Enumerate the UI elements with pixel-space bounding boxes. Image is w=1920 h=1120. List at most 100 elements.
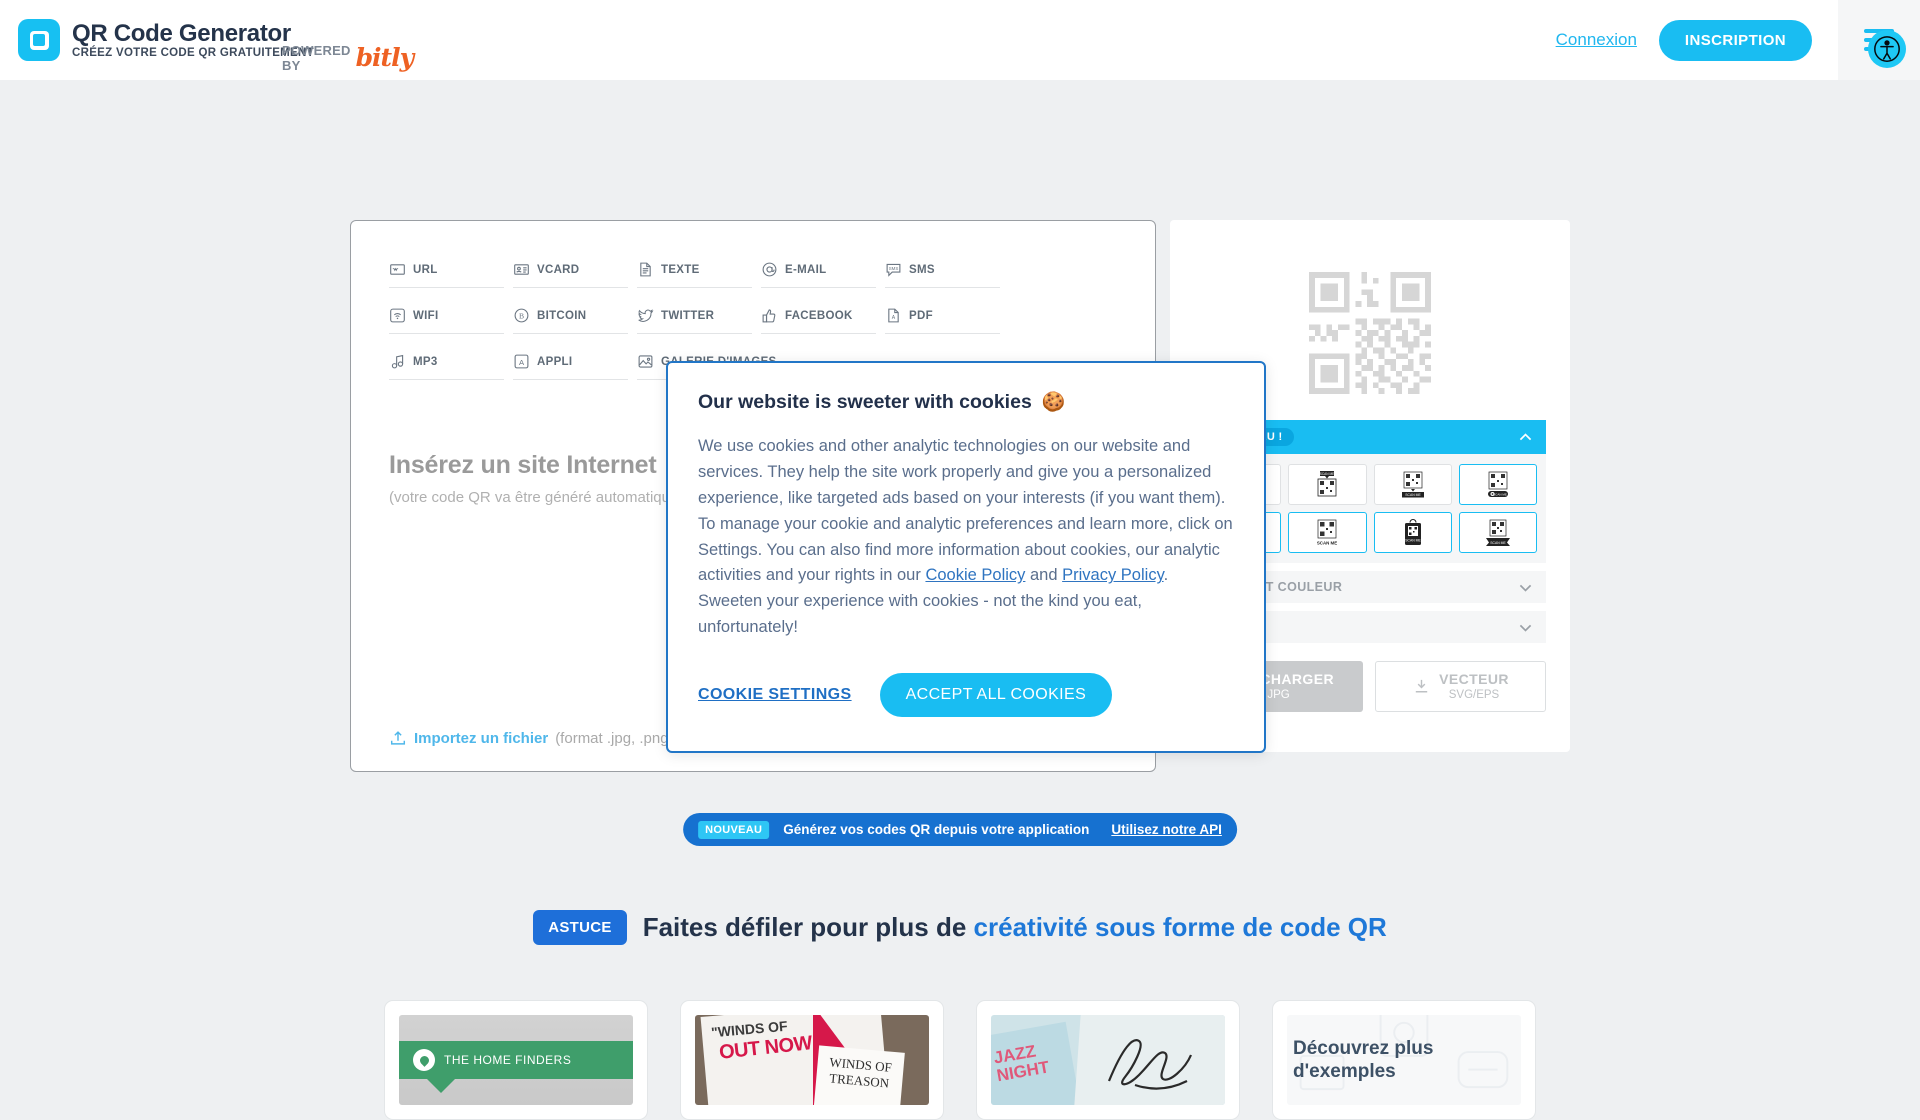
- text-document-icon: [637, 261, 654, 278]
- cookie-dialog-body: We use cookies and other analytic techno…: [698, 434, 1234, 641]
- tab-texte[interactable]: TEXTE: [637, 255, 752, 288]
- cookie-consent-dialog: Our website is sweeter with cookies 🍪 We…: [666, 361, 1266, 754]
- cookie-icon: 🍪: [1041, 392, 1066, 413]
- brand-subtitle: CRÉEZ VOTRE CODE QR GRATUITEMENT: [72, 46, 314, 59]
- qr-code-image: [1309, 272, 1431, 394]
- svg-text:SMS: SMS: [889, 266, 899, 271]
- cookie-body-and: and: [1025, 566, 1063, 585]
- svg-text:SCAN ME: SCAN ME: [1405, 493, 1421, 497]
- bitly-wordmark: bitly: [355, 43, 415, 73]
- template-scanme-plain[interactable]: SCAN ME: [1288, 512, 1367, 553]
- handwriting-scribble: [1107, 1039, 1193, 1090]
- tab-mp3[interactable]: MP3: [389, 347, 504, 380]
- qr-logo-icon: [18, 19, 60, 61]
- svg-text:SCAN ME: SCAN ME: [1317, 540, 1337, 545]
- tab-label: URL: [413, 263, 438, 276]
- tab-label: APPLI: [537, 355, 573, 368]
- tab-label: WIFI: [413, 309, 439, 322]
- astuce-text: Faites défiler pour plus de: [642, 912, 967, 942]
- vcard-icon: [513, 261, 530, 278]
- example-winds-of-treason[interactable]: "WINDS OF OUT NOW WINDS OF TREASON: [680, 1000, 944, 1120]
- cookie-settings-button[interactable]: COOKIE SETTINGS: [698, 686, 852, 704]
- url-icon: [389, 261, 406, 278]
- powered-by-label: POWERED BY: [282, 42, 351, 73]
- tab-label: MP3: [413, 355, 438, 368]
- chevron-down-icon[interactable]: [1517, 619, 1534, 636]
- download-vector-button[interactable]: VECTEUR SVG/EPS: [1375, 661, 1546, 712]
- vector-label: VECTEUR: [1439, 671, 1509, 687]
- example-jazz-night[interactable]: JAZZ NIGHT: [976, 1000, 1240, 1120]
- powered-by-bitly: POWERED BY bitly: [282, 42, 415, 73]
- api-promo-banner[interactable]: NOUVEAU Générez vos codes QR depuis votr…: [683, 813, 1237, 846]
- sms-bubble-icon: SMS: [885, 261, 902, 278]
- brand-logo-block[interactable]: QR Code Generator CRÉEZ VOTRE CODE QR GR…: [0, 19, 414, 73]
- login-link[interactable]: Connexion: [1556, 30, 1637, 50]
- example-home-finders[interactable]: THE HOME FINDERS: [384, 1000, 648, 1120]
- tab-label: FACEBOOK: [785, 309, 853, 322]
- signup-button[interactable]: INSCRIPTION: [1658, 19, 1812, 61]
- api-new-badge: NOUVEAU: [698, 820, 770, 839]
- tab-label: BITCOIN: [537, 309, 587, 322]
- email-at-icon: [761, 261, 778, 278]
- astuce-section: ASTUCE Faites défiler pour plus de créat…: [0, 910, 1920, 945]
- tab-facebook[interactable]: FACEBOOK: [761, 301, 876, 334]
- privacy-policy-link[interactable]: Privacy Policy: [1062, 566, 1163, 584]
- template-scanme-button[interactable]: SCAN ME: [1458, 464, 1537, 505]
- svg-text:A: A: [519, 358, 525, 367]
- accessibility-person-icon: [1874, 36, 1900, 62]
- import-file-link[interactable]: Importez un fichier: [414, 730, 548, 747]
- cookie-policy-link[interactable]: Cookie Policy: [925, 566, 1025, 584]
- svg-text:B: B: [519, 312, 524, 321]
- svg-text:SCAN ME: SCAN ME: [1320, 472, 1335, 476]
- chevron-up-icon[interactable]: [1517, 429, 1534, 446]
- import-file-note: (format .jpg, .png): [555, 729, 674, 747]
- template-scanme-bag[interactable]: SCAN ME: [1373, 512, 1452, 553]
- tab-url[interactable]: URL: [389, 255, 504, 288]
- tab-label: TEXTE: [661, 263, 700, 276]
- svg-text:SCAN ME: SCAN ME: [1405, 538, 1421, 542]
- astuce-accent-text: créativité sous forme de code QR: [973, 912, 1387, 942]
- location-pin-icon: [413, 1049, 435, 1071]
- upload-icon: [389, 729, 407, 747]
- tab-twitter[interactable]: TWITTER: [637, 301, 752, 334]
- accessibility-icon[interactable]: [1868, 30, 1906, 68]
- api-banner-link[interactable]: Utilisez notre API: [1111, 822, 1222, 837]
- download-icon: [1412, 677, 1431, 696]
- pdf-file-icon: A: [885, 307, 902, 324]
- tab-label: VCARD: [537, 263, 580, 276]
- header-actions: Connexion INSCRIPTION: [1556, 0, 1920, 80]
- astuce-heading: Faites défiler pour plus de créativité s…: [643, 912, 1387, 943]
- astuce-badge: ASTUCE: [533, 910, 627, 945]
- example-discover-more[interactable]: Découvrez plus d'exemples: [1272, 1000, 1536, 1120]
- tab-pdf[interactable]: A PDF: [885, 301, 1000, 334]
- template-scanme-below-bar[interactable]: SCAN ME: [1373, 464, 1452, 505]
- example-title: Découvrez plus d'exemples: [1293, 1037, 1434, 1082]
- tab-vcard[interactable]: VCARD: [513, 255, 628, 288]
- tab-email[interactable]: E-MAIL: [761, 255, 876, 288]
- svg-text:A: A: [892, 315, 896, 321]
- api-banner-text: Générez vos codes QR depuis votre applic…: [783, 822, 1090, 837]
- thumbs-up-icon: [761, 307, 778, 324]
- chevron-down-icon[interactable]: [1517, 579, 1534, 596]
- example-caption: THE HOME FINDERS: [444, 1053, 572, 1067]
- cookie-dialog-actions: COOKIE SETTINGS ACCEPT ALL COOKIES: [698, 673, 1234, 718]
- tab-label: PDF: [909, 309, 933, 322]
- image-gallery-icon: [637, 353, 654, 370]
- site-header: QR Code Generator CRÉEZ VOTRE CODE QR GR…: [0, 0, 1920, 80]
- accept-all-cookies-button[interactable]: ACCEPT ALL COOKIES: [879, 673, 1113, 718]
- cookie-title-text: Our website is sweeter with cookies: [698, 391, 1032, 413]
- import-file-row[interactable]: Importez un fichier (format .jpg, .png): [389, 729, 674, 747]
- cookie-dialog-title: Our website is sweeter with cookies 🍪: [698, 391, 1234, 414]
- tab-appli[interactable]: A APPLI: [513, 347, 628, 380]
- app-icon: A: [513, 353, 530, 370]
- tab-wifi[interactable]: WIFI: [389, 301, 504, 334]
- bitcoin-icon: B: [513, 307, 530, 324]
- template-scanme-top-label[interactable]: SCAN ME: [1288, 464, 1367, 505]
- tab-bitcoin[interactable]: B BITCOIN: [513, 301, 628, 334]
- tab-sms[interactable]: SMS SMS: [885, 255, 1000, 288]
- tab-label: TWITTER: [661, 309, 715, 322]
- cookie-body-part1: We use cookies and other analytic techno…: [698, 437, 1233, 585]
- example-book-title: WINDS OF TREASON: [811, 1045, 905, 1105]
- template-scanme-ribbon[interactable]: SCAN ME: [1458, 512, 1537, 553]
- twitter-bird-icon: [637, 307, 654, 324]
